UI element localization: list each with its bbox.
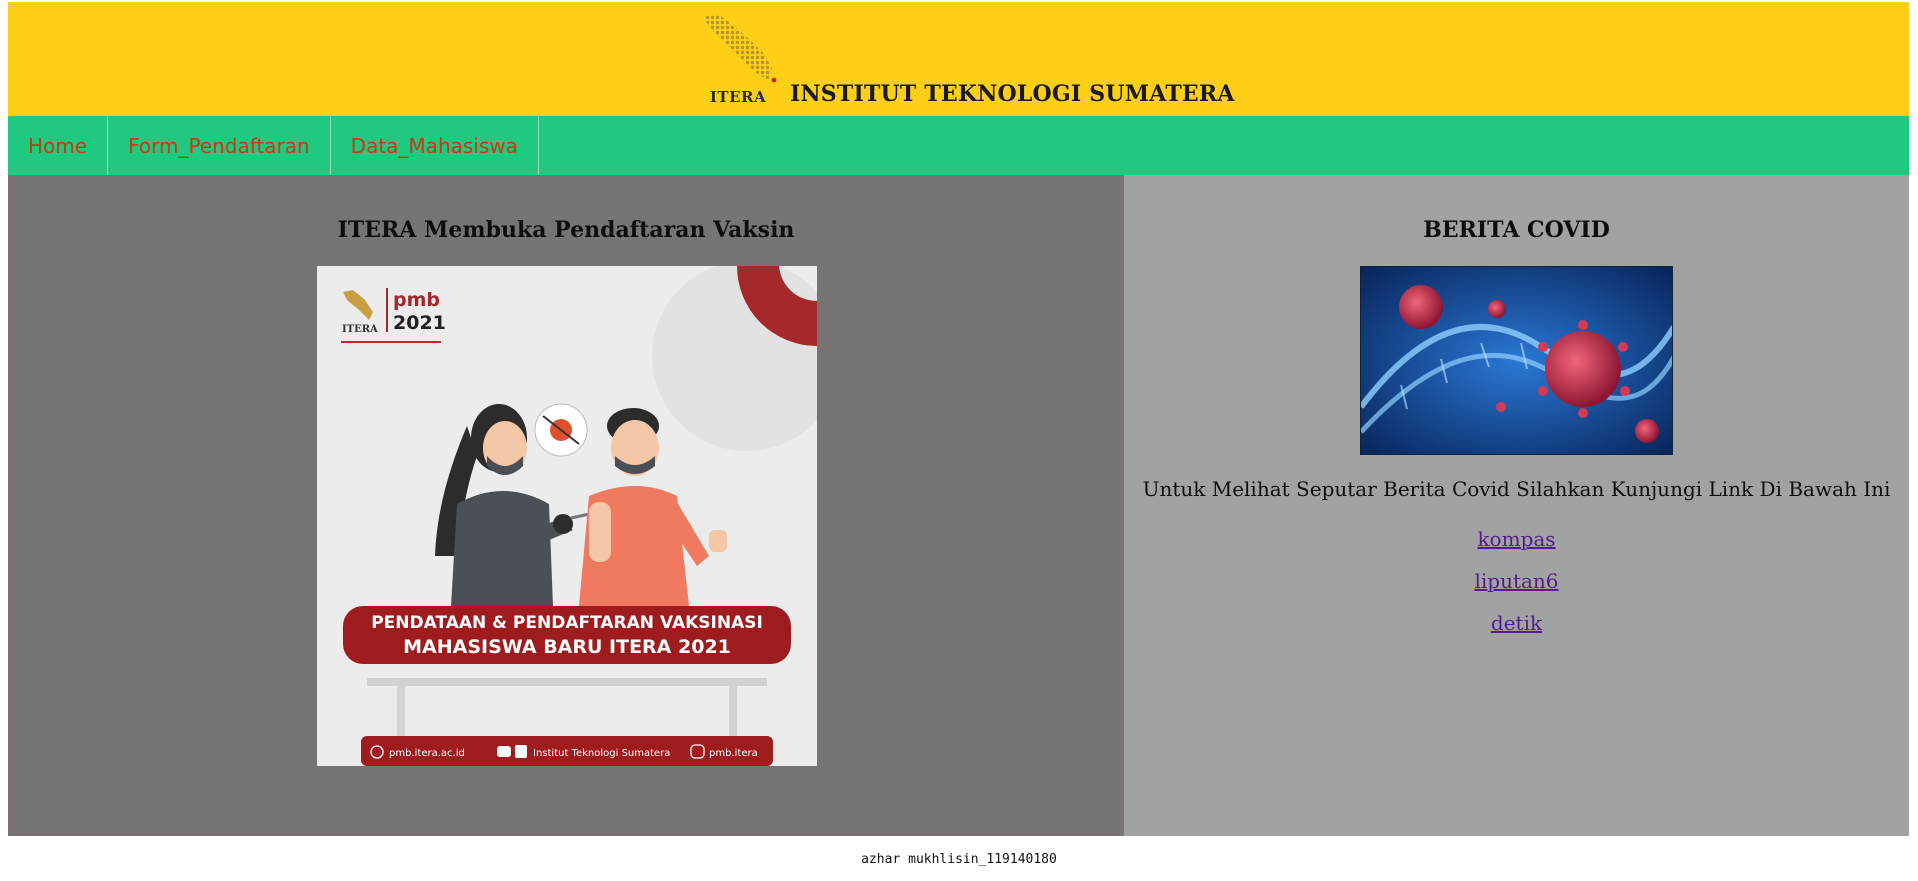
poster-year: 2021 bbox=[393, 312, 446, 334]
vaccine-section-title: ITERA Membuka Pendaftaran Vaksin bbox=[337, 217, 795, 243]
vaccine-section: ITERA Membuka Pendaftaran Vaksin ITERA p… bbox=[8, 175, 1124, 836]
poster-footer-social: Institut Teknologi Sumatera bbox=[533, 748, 670, 759]
site-header: ITERA INSTITUT TEKNOLOGI SUMATERA bbox=[8, 2, 1909, 116]
main-content: ITERA Membuka Pendaftaran Vaksin ITERA p… bbox=[8, 175, 1909, 836]
covid-virus-illustration bbox=[1361, 267, 1672, 454]
vaccine-poster-illustration: ITERA pmb 2021 PENDATAAN & PENDAFTARAN V… bbox=[317, 266, 817, 766]
itera-logo: ITERA bbox=[700, 10, 784, 106]
covid-news-links: kompas liputan6 detik bbox=[1124, 518, 1909, 644]
nav-data-mahasiswa[interactable]: Data_Mahasiswa bbox=[331, 116, 539, 175]
nav-home[interactable]: Home bbox=[8, 116, 109, 175]
poster-footer-instagram: pmb.itera bbox=[709, 748, 758, 759]
poster-banner-line1: PENDATAAN & PENDAFTARAN VAKSINASI bbox=[371, 613, 763, 633]
logo-wordmark: ITERA bbox=[709, 88, 767, 106]
covid-news-description: Untuk Melihat Seputar Berita Covid Silah… bbox=[1142, 477, 1891, 501]
main-nav: Home Form_Pendaftaran Data_Mahasiswa bbox=[8, 116, 1909, 175]
poster-footer-site: pmb.itera.ac.id bbox=[389, 748, 465, 759]
covid-news-title: BERITA COVID bbox=[1423, 217, 1610, 243]
link-liputan6[interactable]: liputan6 bbox=[1124, 560, 1909, 602]
vaccine-poster-image: ITERA pmb 2021 PENDATAAN & PENDAFTARAN V… bbox=[317, 266, 817, 766]
poster-pmb-label: pmb bbox=[393, 289, 440, 311]
nav-form-pendaftaran[interactable]: Form_Pendaftaran bbox=[108, 116, 331, 175]
site-title: INSTITUT TEKNOLOGI SUMATERA bbox=[790, 81, 1235, 107]
page-wrapper: ITERA INSTITUT TEKNOLOGI SUMATERA Home F… bbox=[8, 2, 1909, 836]
poster-logo-text: ITERA bbox=[342, 324, 378, 335]
link-kompas[interactable]: kompas bbox=[1124, 518, 1909, 560]
page-footer: azhar mukhlisin_119140180 bbox=[861, 852, 1057, 867]
sumatra-map-icon bbox=[704, 14, 777, 83]
covid-news-section: BERITA COVID Untuk Melihat Seputar Berit… bbox=[1124, 175, 1909, 836]
link-detik[interactable]: detik bbox=[1124, 602, 1909, 644]
poster-banner-line2: MAHASISWA BARU ITERA 2021 bbox=[403, 636, 731, 658]
covid-virus-image bbox=[1360, 266, 1673, 455]
